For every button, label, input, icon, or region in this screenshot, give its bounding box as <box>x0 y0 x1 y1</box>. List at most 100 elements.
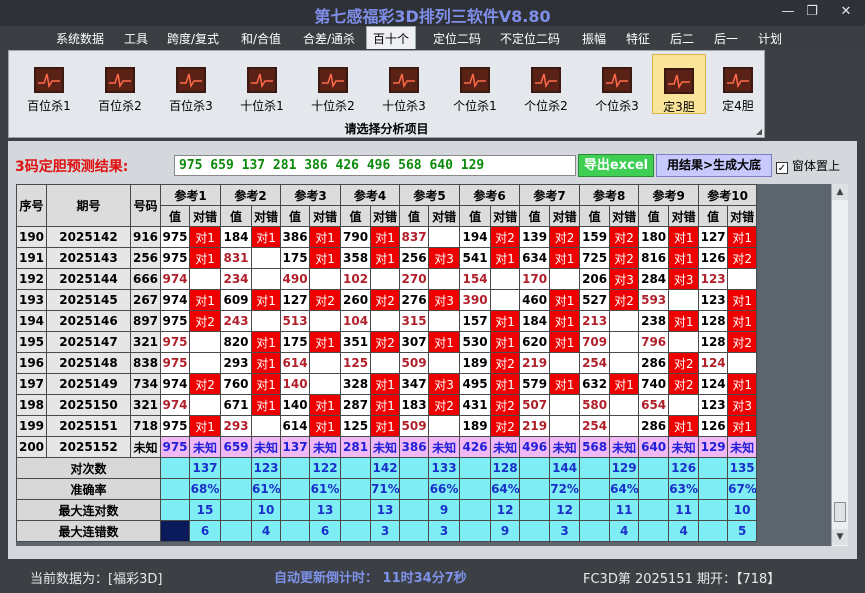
table-row[interactable]: 198 2025150 321 974 671 对1 140 对1 287 对1 183 对2 431 对… <box>16 394 758 416</box>
ref-value: 975 <box>160 352 190 374</box>
tool-button-8[interactable]: 个位杀3 <box>584 54 650 114</box>
menu-item-6[interactable]: 定位二码 <box>433 30 481 47</box>
scroll-down-icon[interactable]: ▼ <box>832 529 848 545</box>
generate-base-button[interactable]: 用结果>生成大底 <box>656 154 772 177</box>
tool-label: 个位杀2 <box>524 99 568 113</box>
export-excel-button[interactable]: 导出excel <box>578 154 654 177</box>
ref-value: 507 <box>519 394 551 416</box>
tool-button-6[interactable]: 个位杀1 <box>442 54 508 114</box>
menu-item-11[interactable]: 后一 <box>714 30 738 47</box>
menu-item-8[interactable]: 振幅 <box>582 30 606 47</box>
ref-result: 未知 <box>490 436 521 458</box>
row-period: 2025150 <box>46 394 131 416</box>
vertical-scrollbar[interactable]: ▲ ▼ <box>831 184 848 546</box>
ref-result: 对1 <box>668 310 700 332</box>
table-row[interactable]: 196 2025148 838 975 293 对1 614 125 509 189 对2 219 25… <box>16 352 758 374</box>
ref-value: 128 <box>698 310 729 332</box>
close-button[interactable]: ✕ <box>834 3 858 21</box>
ref-value: 238 <box>638 310 670 332</box>
table-row[interactable]: 192 2025144 666 974 234 490 102 270 154 170 206 对3 2… <box>16 268 758 290</box>
tool-button-10[interactable]: 定4胆 <box>711 54 765 114</box>
tool-label: 定3胆 <box>663 100 695 114</box>
ref-value: 243 <box>220 310 253 332</box>
topmost-checkbox[interactable]: ✓ 窗体置上 <box>776 157 840 174</box>
row-period: 2025148 <box>46 352 131 374</box>
ref-result: 对2 <box>490 226 521 248</box>
tool-button-4[interactable]: 十位杀2 <box>300 54 366 114</box>
ref-result: 对1 <box>370 394 401 416</box>
table-row[interactable]: 194 2025146 897 975 对2 243 513 104 315 157 对1 184 对1… <box>16 310 758 332</box>
stats-value: 61% <box>309 478 342 500</box>
table-row[interactable]: 193 2025145 267 974 对1 609 对1 127 对2 260 对2 276 对3 39… <box>16 289 758 311</box>
row-seq: 197 <box>16 373 47 395</box>
menu-item-3[interactable]: 和/合值 <box>241 30 281 47</box>
stats-blank <box>638 499 670 521</box>
row-number: 916 <box>130 226 161 248</box>
ref-value: 154 <box>459 268 492 290</box>
stats-value: 9 <box>428 499 461 521</box>
stats-blank <box>519 457 551 479</box>
ref-value: 659 <box>220 436 253 458</box>
table-row[interactable]: 199 2025151 718 975 对1 293 614 对1 125 对1 509 189 对2 2… <box>16 415 758 437</box>
ref-value: 254 <box>579 415 611 437</box>
row-seq: 194 <box>16 310 47 332</box>
stats-value: 68% <box>188 478 222 500</box>
ref-result: 对1 <box>428 331 461 353</box>
tool-button-1[interactable]: 百位杀2 <box>87 54 153 114</box>
ref-result: 对2 <box>370 289 401 311</box>
row-seq: 193 <box>16 289 47 311</box>
tool-button-5[interactable]: 十位杀3 <box>371 54 437 114</box>
menu-item-12[interactable]: 计划 <box>758 30 782 47</box>
menu-item-1[interactable]: 工具 <box>124 30 148 47</box>
table-row-pending[interactable]: 200 2025152 未知 975 未知 659 未知 137 未知 281 未知 386 未知 426… <box>16 436 758 458</box>
last-draw-info: FC3D第 2025151 期开：【718】 <box>583 572 781 587</box>
ref-value: 568 <box>579 436 611 458</box>
ref-result <box>188 268 222 290</box>
tool-button-3[interactable]: 十位杀1 <box>229 54 295 114</box>
ref-result: 对2 <box>549 226 581 248</box>
stats-value: 3 <box>549 520 581 542</box>
ref-result <box>309 268 342 290</box>
table-row[interactable]: 190 2025142 916 975 对1 184 对1 386 对1 790 对1 837 194 对… <box>16 226 758 248</box>
scroll-up-icon[interactable]: ▲ <box>832 184 848 200</box>
chart-icon <box>318 67 348 93</box>
ref-value: 974 <box>160 373 190 395</box>
row-period: 2025146 <box>46 310 131 332</box>
tool-button-7[interactable]: 个位杀2 <box>513 54 579 114</box>
table-row[interactable]: 195 2025147 321 975 820 对1 175 对1 351 对2 307 对1 530 对… <box>16 331 758 353</box>
menu-item-5[interactable]: 百十个 <box>366 26 417 49</box>
stats-value: 66% <box>428 478 461 500</box>
ref-result: 对3 <box>727 394 758 416</box>
ref-result <box>609 352 640 374</box>
menu-item-4[interactable]: 合差/通杀 <box>303 30 355 47</box>
tool-button-2[interactable]: 百位杀3 <box>158 54 224 114</box>
scroll-thumb[interactable] <box>834 502 846 522</box>
stats-blank <box>399 520 430 542</box>
resize-grip-icon[interactable]: ◢ <box>756 127 762 136</box>
tool-button-0[interactable]: 百位杀1 <box>16 54 82 114</box>
header-result: 对错 <box>251 205 282 227</box>
ref-result: 对3 <box>428 373 461 395</box>
stats-blank <box>459 457 492 479</box>
menu-item-9[interactable]: 特征 <box>626 30 650 47</box>
ref-result: 对1 <box>309 247 342 269</box>
minimize-button[interactable]: — <box>776 3 800 21</box>
table-row[interactable]: 197 2025149 734 974 对2 760 对1 140 328 对1 347 对3 495 对… <box>16 373 758 395</box>
checkbox-icon[interactable]: ✓ <box>776 162 788 174</box>
ref-result: 对3 <box>668 268 700 290</box>
stats-value: 133 <box>428 457 461 479</box>
maximize-button[interactable]: ❐ <box>800 3 824 21</box>
tool-button-9[interactable]: 定3胆 <box>652 54 706 114</box>
table-row[interactable]: 191 2025143 256 975 对1 831 175 对1 358 对1 256 对3 541 对… <box>16 247 758 269</box>
chart-icon <box>460 67 490 93</box>
status-bar: 当前数据为：[福彩3D] 自动更新倒计时： 11时34分7秒 FC3D第 202… <box>0 561 865 593</box>
menu-item-0[interactable]: 系统数据 <box>56 30 104 47</box>
ref-result <box>490 289 521 311</box>
prediction-result-field[interactable]: 975 659 137 281 386 426 496 568 640 129 <box>174 155 576 176</box>
menu-item-2[interactable]: 跨度/复式 <box>167 30 219 47</box>
menu-item-10[interactable]: 后二 <box>670 30 694 47</box>
ref-result: 对1 <box>370 247 401 269</box>
menu-item-7[interactable]: 不定位二码 <box>500 30 560 47</box>
chart-icon <box>176 67 206 93</box>
ref-value: 254 <box>579 352 611 374</box>
